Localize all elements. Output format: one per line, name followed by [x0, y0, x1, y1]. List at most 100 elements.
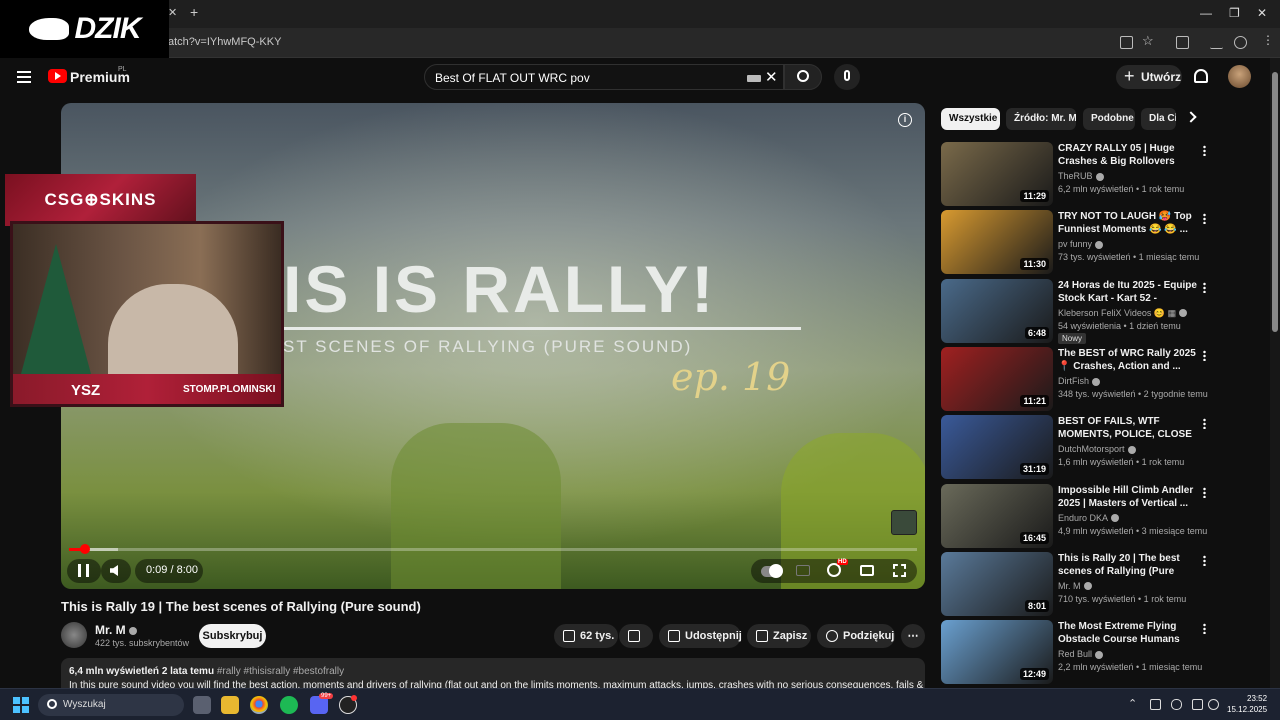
pause-icon[interactable]: [78, 564, 89, 577]
tray-expand-icon[interactable]: ⌃: [1128, 697, 1137, 710]
description-tags[interactable]: #rally #thisisrally #bestofrally: [217, 666, 344, 677]
theater-mode-icon[interactable]: [860, 565, 874, 576]
cast-icon[interactable]: [1120, 36, 1133, 49]
tab-close-icon[interactable]: ✕: [168, 6, 177, 19]
recommendation-thumbnail[interactable]: 6:48: [941, 278, 1053, 343]
subscribe-button[interactable]: Subskrybuj: [199, 624, 266, 648]
recommendation-item[interactable]: 8:01 This is Rally 20 | The best scenes o…: [941, 551, 1221, 616]
extensions-icon[interactable]: [1176, 36, 1189, 49]
mic-tray-icon[interactable]: [1171, 699, 1182, 710]
recommendation-thumbnail[interactable]: 16:45: [941, 483, 1053, 548]
recommendation-title[interactable]: CRAZY RALLY 05 | Huge Crashes & Big Roll…: [1058, 142, 1198, 169]
recommendation-channel-name[interactable]: DirtFish: [1058, 376, 1089, 386]
task-view-icon[interactable]: [193, 696, 211, 714]
recommendation-channel[interactable]: Kleberson FeliX Videos 😊 ▦: [1058, 308, 1188, 319]
user-avatar[interactable]: [1228, 65, 1251, 88]
recommendation-title[interactable]: The BEST of WRC Rally 2025 📍 Crashes, Ac…: [1058, 347, 1198, 373]
new-tab-icon[interactable]: +: [190, 4, 198, 20]
more-options-icon[interactable]: [1203, 418, 1206, 430]
subtitles-icon[interactable]: [796, 565, 810, 576]
recommendation-thumbnail[interactable]: 11:30: [941, 210, 1053, 275]
reading-list-icon[interactable]: [1210, 36, 1223, 49]
channel-watermark[interactable]: [891, 510, 917, 535]
file-explorer-icon[interactable]: [221, 696, 239, 714]
recommendation-channel[interactable]: Mr. M: [1058, 581, 1092, 591]
chip-source[interactable]: Źródło: Mr. M: [1006, 108, 1076, 130]
recommendation-thumbnail[interactable]: 31:19: [941, 415, 1053, 480]
recommendation-title[interactable]: Impossible Hill Climb Andler 2025 | Mast…: [1058, 484, 1198, 510]
notifications-bell-icon[interactable]: [1194, 69, 1208, 83]
menu-icon[interactable]: [17, 71, 31, 83]
more-options-icon[interactable]: [1203, 623, 1206, 635]
recommendation-channel[interactable]: TheRUB: [1058, 171, 1104, 181]
recommendation-channel-name[interactable]: Mr. M: [1058, 581, 1081, 591]
url-text[interactable]: atch?v=IYhwMFQ-KKY: [168, 36, 281, 48]
thanks-button[interactable]: Podziękuj: [817, 624, 895, 648]
more-options-icon[interactable]: [1203, 486, 1206, 498]
recommendation-channel-name[interactable]: Kleberson FeliX Videos 😊 ▦: [1058, 308, 1176, 318]
more-options-icon[interactable]: [1203, 349, 1206, 361]
volume-tray-icon[interactable]: [1208, 699, 1219, 710]
windows-start-icon[interactable]: [13, 697, 29, 713]
more-options-icon[interactable]: [1203, 213, 1206, 225]
recommendation-channel[interactable]: Enduro DKA: [1058, 513, 1120, 523]
save-button[interactable]: Zapisz: [747, 624, 811, 648]
maximize-icon[interactable]: ❐: [1229, 6, 1240, 20]
profile-icon[interactable]: [1234, 36, 1247, 49]
channel-name[interactable]: Mr. M: [95, 623, 137, 637]
autoplay-toggle[interactable]: [761, 564, 783, 578]
search-button[interactable]: [784, 64, 822, 90]
address-bar[interactable]: atch?v=IYhwMFQ-KKY ☆ ⋮: [0, 28, 1280, 58]
recommendation-thumbnail[interactable]: 11:29: [941, 142, 1053, 206]
more-options-icon[interactable]: [1203, 145, 1206, 156]
recommendation-item[interactable]: 31:19 BEST OF FAILS, WTF MOMENTS, POLICE,…: [941, 415, 1221, 480]
chevron-right-icon[interactable]: [1185, 111, 1197, 123]
clear-search-icon[interactable]: ✕: [765, 68, 778, 86]
share-button[interactable]: Udostępnij: [659, 624, 742, 648]
create-button[interactable]: + Utwórz: [1116, 65, 1182, 89]
recommendation-item[interactable]: 12:49 The Most Extreme Flying Obstacle Co…: [941, 620, 1221, 685]
taskbar-clock[interactable]: 23:52 15.12.2025: [1227, 693, 1267, 715]
window-close-icon[interactable]: ✕: [1257, 6, 1267, 20]
more-options-icon[interactable]: [1203, 281, 1206, 293]
settings-gear-icon[interactable]: [827, 563, 841, 577]
channel-name-text[interactable]: Mr. M: [95, 623, 126, 637]
recommendation-item[interactable]: 16:45 Impossible Hill Climb Andler 2025 |…: [941, 483, 1221, 548]
recommendation-item[interactable]: 11:29 CRAZY RALLY 05 | Huge Crashes & Big…: [941, 142, 1221, 206]
display-icon[interactable]: [1192, 699, 1203, 710]
recommendation-channel-name[interactable]: DutchMotorsport: [1058, 444, 1125, 454]
recommendation-channel-name[interactable]: Enduro DKA: [1058, 513, 1108, 523]
youtube-logo-icon[interactable]: [48, 69, 67, 83]
keyboard-icon[interactable]: [747, 75, 761, 82]
dislike-button[interactable]: [619, 624, 653, 648]
recommendation-item[interactable]: 11:21 The BEST of WRC Rally 2025 📍 Crashe…: [941, 346, 1221, 411]
taskbar-search[interactable]: Wyszukaj: [38, 694, 184, 716]
more-actions-button[interactable]: ⋯: [901, 624, 925, 648]
network-off-icon[interactable]: [1150, 699, 1161, 710]
recommendation-item[interactable]: 11:30 TRY NOT TO LAUGH 🥵 Top Funniest Mom…: [941, 210, 1221, 275]
recommendation-title[interactable]: The Most Extreme Flying Obstacle Course …: [1058, 620, 1198, 647]
spotify-icon[interactable]: [280, 696, 298, 714]
browser-menu-icon[interactable]: ⋮: [1262, 33, 1274, 47]
recommendation-title[interactable]: This is Rally 20 | The best scenes of Ra…: [1058, 552, 1198, 579]
scrollbar-thumb[interactable]: [1272, 72, 1278, 332]
recommendation-title[interactable]: 24 Horas de Itu 2025 - Equipe Stock Kart…: [1058, 279, 1198, 306]
recommendation-thumbnail[interactable]: 11:21: [941, 346, 1053, 411]
minimize-icon[interactable]: —: [1200, 6, 1212, 20]
bookmark-star-icon[interactable]: ☆: [1142, 33, 1154, 49]
search-query[interactable]: Best Of FLAT OUT WRC pov: [435, 71, 590, 85]
page-scrollbar[interactable]: [1270, 58, 1280, 688]
like-button[interactable]: 62 tys.: [554, 624, 618, 648]
recommendation-channel[interactable]: pv funny: [1058, 239, 1104, 249]
recommendation-thumbnail[interactable]: 12:49: [941, 620, 1053, 685]
voice-search-button[interactable]: [834, 64, 860, 90]
recommendation-thumbnail[interactable]: 8:01: [941, 551, 1053, 616]
recommendation-channel-name[interactable]: Red Bull: [1058, 649, 1092, 659]
search-input[interactable]: Best Of FLAT OUT WRC pov ✕: [424, 64, 784, 90]
recommendation-channel-name[interactable]: TheRUB: [1058, 171, 1093, 181]
more-options-icon[interactable]: [1203, 554, 1206, 566]
chip-for-you[interactable]: Dla Ci: [1141, 108, 1176, 130]
recommendation-title[interactable]: TRY NOT TO LAUGH 🥵 Top Funniest Moments …: [1058, 210, 1198, 236]
fullscreen-icon[interactable]: [893, 564, 906, 577]
chip-all[interactable]: Wszystkie: [941, 108, 1000, 130]
